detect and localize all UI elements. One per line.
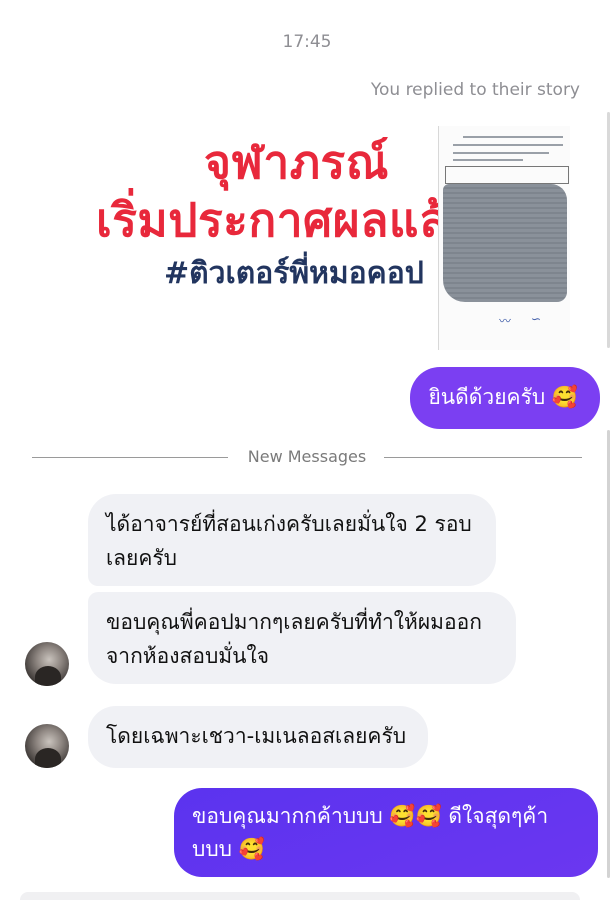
incoming-message-bubble[interactable]: โดยเฉพาะเชวา-เมเนลอสเลยครับ <box>88 706 429 768</box>
story-headline-2: เริ่มประกาศผลแล้ว <box>96 193 475 247</box>
sender-avatar[interactable] <box>25 724 69 768</box>
story-preview[interactable]: จุฬาภรณ์ เริ่มประกาศผลแล้ว #ติวเตอร์พี่ห… <box>80 112 580 352</box>
story-reply-note: You replied to their story <box>370 80 580 100</box>
composer-edge <box>20 892 580 900</box>
scrollbar[interactable] <box>607 430 610 878</box>
story-document-image: 〰 ∽ <box>438 126 570 350</box>
incoming-message-bubble[interactable]: ขอบคุณพี่คอปมากๆเลยครับที่ทำให้ผมออกจากห… <box>88 592 516 684</box>
story-hashtag: #ติวเตอร์พี่หมอคอป <box>164 256 424 291</box>
sender-avatar[interactable] <box>25 642 69 686</box>
message-timestamp: 17:45 <box>282 32 332 52</box>
reply-message-bubble[interactable]: ยินดีด้วยครับ 🥰 <box>410 367 600 429</box>
divider-label: New Messages <box>247 447 367 466</box>
redacted-area <box>443 184 567 302</box>
new-messages-divider: New Messages <box>32 447 582 468</box>
scrollbar-top[interactable] <box>607 112 610 348</box>
outgoing-message-bubble[interactable]: ขอบคุณมากกค้าบบบ 🥰🥰 ดีใจสุดๆค้าบบบ 🥰 <box>174 788 598 878</box>
incoming-message-bubble[interactable]: ได้อาจารย์ที่สอนเก่งครับเลยมั่นใจ 2 รอบเ… <box>88 494 496 586</box>
